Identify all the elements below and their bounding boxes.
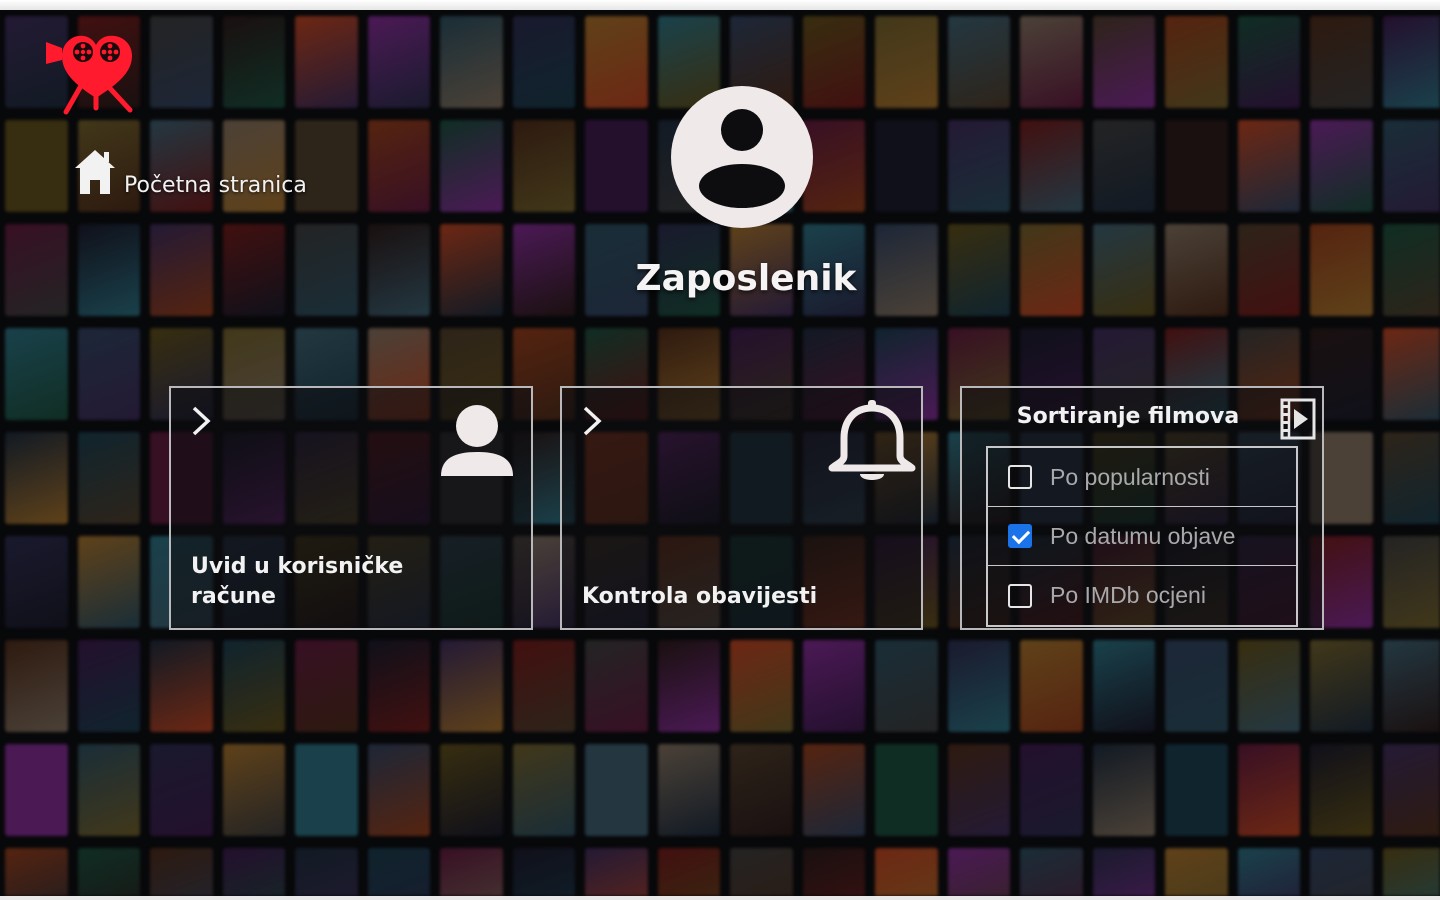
notifications-card[interactable]: Kontrola obavijesti	[560, 386, 923, 630]
release-date-checkbox[interactable]	[1008, 524, 1032, 548]
sort-option-popularity[interactable]: Po popularnosti	[988, 448, 1296, 507]
sort-option-label: Po IMDb ocjeni	[1050, 582, 1206, 608]
profile-avatar-icon	[671, 86, 813, 228]
sort-option-label: Po datumu objave	[1050, 522, 1236, 549]
home-link-label: Početna stranica	[124, 173, 307, 198]
window-top-edge	[0, 0, 1440, 10]
home-link[interactable]: Početna stranica	[74, 148, 307, 198]
sort-films-title: Sortiranje filmova	[1016, 404, 1240, 429]
home-icon	[75, 150, 115, 194]
film-icon	[1280, 398, 1316, 440]
popularity-checkbox[interactable]	[1008, 465, 1032, 489]
sort-option-imdb-rating[interactable]: Po IMDb ocjeni	[988, 566, 1296, 625]
user-accounts-card-title: Uvid u korisničke račune	[191, 554, 404, 609]
sort-option-release-date[interactable]: Po datumu objave	[988, 507, 1296, 566]
notifications-card-title: Kontrola obavijesti	[582, 584, 818, 609]
sort-option-label: Po popularnosti	[1050, 463, 1210, 490]
user-icon	[441, 405, 513, 476]
cinema-logo-icon[interactable]	[44, 28, 138, 116]
window-bottom-edge	[0, 896, 1440, 900]
chevron-right-icon	[583, 406, 602, 436]
sort-options-list: Po popularnosti Po datumu objave Po IMDb…	[986, 446, 1298, 627]
user-accounts-card[interactable]: Uvid u korisničke račune	[169, 386, 533, 630]
chevron-right-icon	[192, 406, 211, 436]
profile-role-title: Zaposlenik	[635, 258, 857, 299]
sort-films-card: Sortiranje filmova Po popularnosti Po da…	[960, 386, 1324, 630]
imdb-rating-checkbox[interactable]	[1008, 583, 1032, 608]
bell-icon	[828, 400, 916, 480]
